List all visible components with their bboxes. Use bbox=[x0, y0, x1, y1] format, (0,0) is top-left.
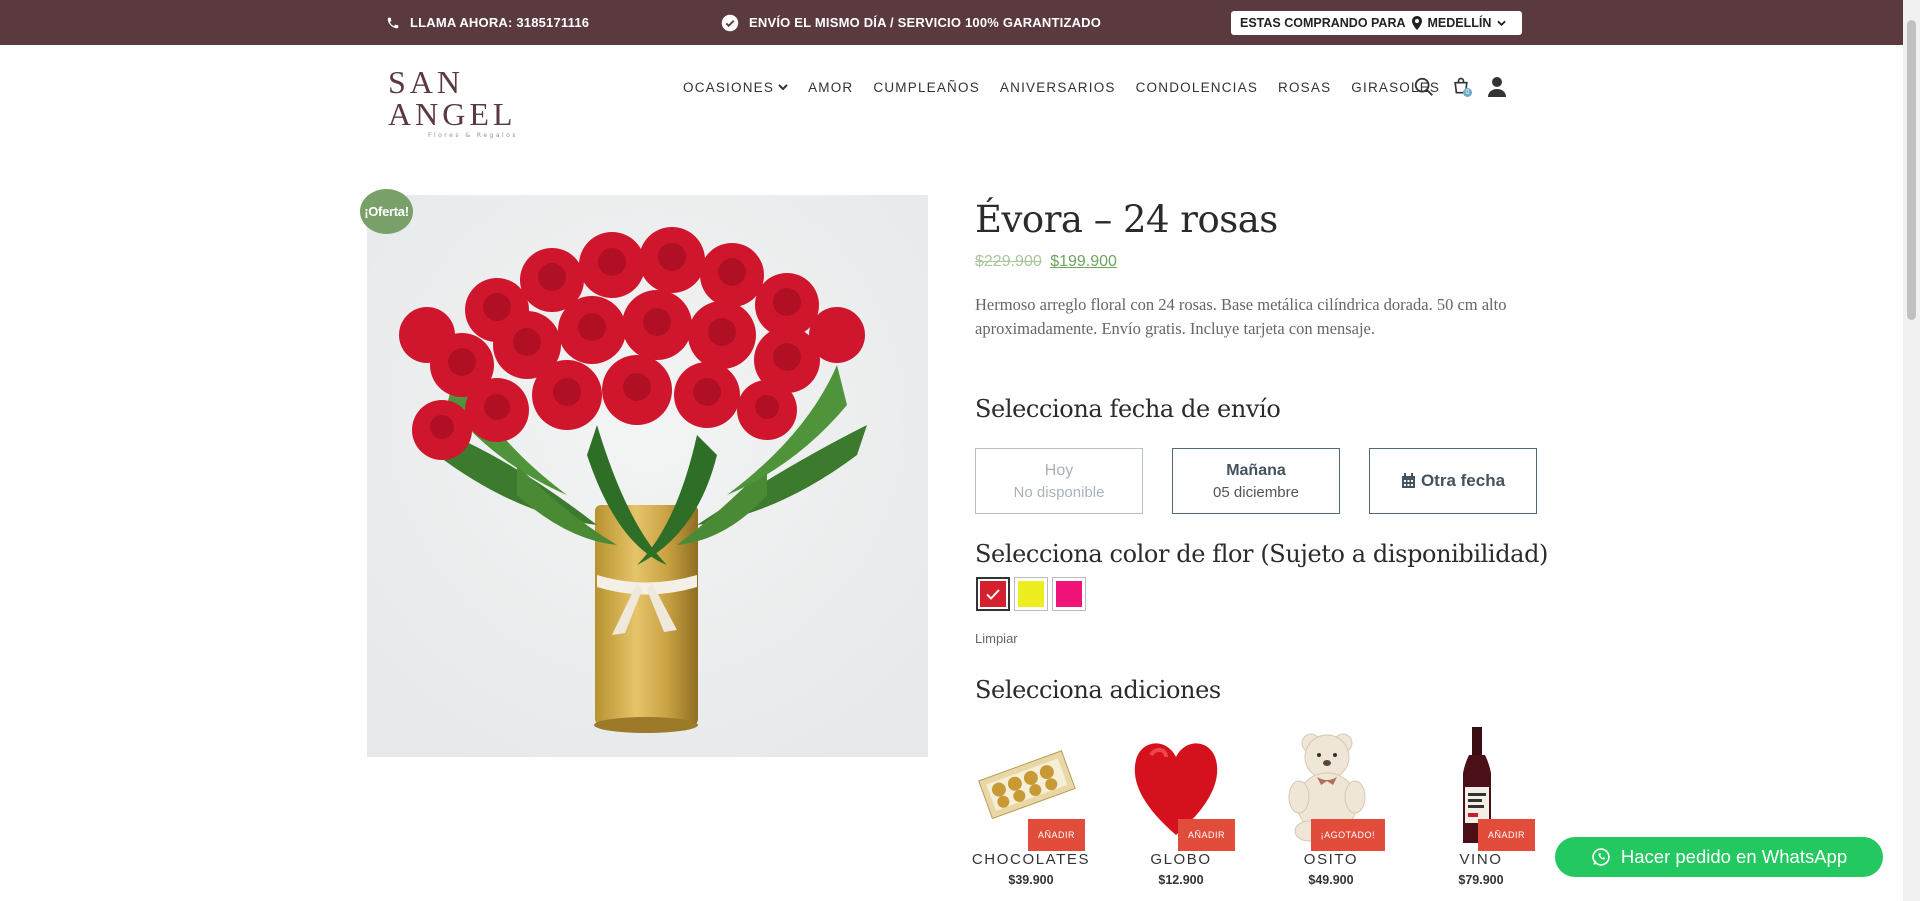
map-pin-icon bbox=[1411, 16, 1422, 30]
addon-card: AÑADIR VINO $79.900 bbox=[1421, 725, 1541, 887]
user-icon[interactable] bbox=[1487, 76, 1507, 98]
nav-label: ROSAS bbox=[1278, 80, 1332, 95]
addon-card: AÑADIR GLOBO $12.900 bbox=[1121, 725, 1241, 887]
top-bar: LLAMA AHORA: 3185171116 ENVÍO EL MISMO D… bbox=[0, 0, 1903, 45]
clear-color-link[interactable]: Limpiar bbox=[975, 631, 1018, 646]
cart-count: 0 bbox=[1463, 88, 1472, 97]
swatch-fill bbox=[1056, 581, 1082, 607]
addon-name: OSITO bbox=[1303, 851, 1359, 868]
out-of-stock-osito-button[interactable]: ¡AGOTADO! bbox=[1310, 819, 1385, 851]
nav-label: CONDOLENCIAS bbox=[1135, 80, 1259, 95]
sale-badge: ¡Oferta! bbox=[360, 189, 413, 234]
chevron-down-icon bbox=[1497, 20, 1507, 26]
price-new: $199.900 bbox=[1050, 253, 1117, 270]
addon-price: $39.900 bbox=[1008, 873, 1054, 887]
logo-subtitle: Flores & Regalos bbox=[428, 132, 518, 139]
date-option-tomorrow[interactable]: Mañana 05 diciembre bbox=[1172, 448, 1340, 514]
swatch-fill bbox=[980, 581, 1006, 607]
whatsapp-order-button[interactable]: Hacer pedido en WhatsApp bbox=[1555, 837, 1883, 877]
color-swatch-red[interactable] bbox=[976, 577, 1010, 611]
whatsapp-label: Hacer pedido en WhatsApp bbox=[1620, 846, 1848, 867]
date-option-other[interactable]: Otra fecha bbox=[1369, 448, 1537, 514]
check-circle-icon bbox=[721, 14, 739, 31]
price-old: $229.900 bbox=[975, 253, 1042, 270]
date-option-label: Mañana bbox=[1226, 461, 1286, 479]
addon-name: VINO bbox=[1459, 851, 1503, 868]
addon-price: $12.900 bbox=[1158, 873, 1204, 887]
shipping-info: ENVÍO EL MISMO DÍA / SERVICIO 100% GARAN… bbox=[721, 0, 1101, 45]
nav-label: ANIVERSARIOS bbox=[999, 80, 1116, 95]
nav-item-aniversarios[interactable]: ANIVERSARIOS bbox=[1000, 80, 1116, 95]
main-nav: OCASIONES AMOR CUMPLEAÑOS ANIVERSARIOS C… bbox=[683, 80, 1460, 95]
add-globo-button[interactable]: AÑADIR bbox=[1177, 819, 1235, 851]
vino-image[interactable]: AÑADIR bbox=[1421, 725, 1535, 851]
date-option-label: Hoy bbox=[1044, 461, 1074, 479]
phone-text: LLAMA AHORA: 3185171116 bbox=[410, 15, 590, 30]
roses-bouquet-image bbox=[367, 195, 928, 757]
product-image[interactable] bbox=[367, 195, 928, 757]
globo-image[interactable]: AÑADIR bbox=[1121, 725, 1235, 851]
nav-item-rosas[interactable]: ROSAS bbox=[1278, 80, 1331, 95]
nav-item-condolencias[interactable]: CONDOLENCIAS bbox=[1136, 80, 1258, 95]
addons-section-title: Selecciona adiciones bbox=[975, 676, 1221, 704]
nav-item-cumpleanos[interactable]: CUMPLEAÑOS bbox=[873, 80, 980, 95]
nav-label: OCASIONES bbox=[683, 80, 775, 95]
date-option-today[interactable]: Hoy No disponible bbox=[975, 448, 1143, 514]
date-option-row: Otra fecha bbox=[1401, 471, 1505, 491]
addon-price: $79.900 bbox=[1458, 873, 1504, 887]
chocolates-image[interactable]: AÑADIR bbox=[971, 725, 1085, 851]
product-description: Hermoso arreglo floral con 24 rosas. Bas… bbox=[975, 295, 1507, 338]
chevron-down-icon bbox=[778, 84, 788, 91]
addon-card: AÑADIR CHOCOLATES $39.900 bbox=[971, 725, 1091, 887]
city-selector[interactable]: ESTAS COMPRANDO PARA MEDELLÍN bbox=[1231, 11, 1522, 35]
check-icon bbox=[986, 588, 1000, 600]
cart-button[interactable]: 0 bbox=[1451, 76, 1475, 100]
page-scrollbar[interactable] bbox=[1903, 0, 1920, 901]
nav-item-amor[interactable]: AMOR bbox=[808, 80, 853, 95]
scrollbar-thumb[interactable] bbox=[1907, 20, 1916, 320]
product-prices: $229.900 $199.900 bbox=[975, 253, 1117, 271]
logo-text: SAN ANGEL bbox=[388, 64, 517, 132]
date-option-label: Otra fecha bbox=[1420, 471, 1506, 490]
addon-card: ¡AGOTADO! OSITO $49.900 bbox=[1271, 725, 1391, 887]
color-swatch-yellow[interactable] bbox=[1014, 577, 1048, 611]
date-option-status: No disponible bbox=[1013, 483, 1105, 501]
addon-name: GLOBO bbox=[1150, 851, 1212, 868]
nav-label: AMOR bbox=[808, 80, 854, 95]
color-swatch-pink[interactable] bbox=[1052, 577, 1086, 611]
date-option-date: 05 diciembre bbox=[1213, 483, 1299, 501]
delivery-section-title: Selecciona fecha de envío bbox=[975, 395, 1281, 423]
whatsapp-icon bbox=[1592, 848, 1610, 866]
site-logo[interactable]: SAN ANGEL Flores & Regalos bbox=[388, 66, 558, 139]
product-title: Évora – 24 rosas bbox=[975, 198, 1278, 241]
swatch-fill bbox=[1018, 581, 1044, 607]
search-icon[interactable] bbox=[1413, 76, 1435, 98]
nav-item-ocasiones[interactable]: OCASIONES bbox=[683, 80, 788, 95]
city-value: MEDELLÍN bbox=[1427, 16, 1492, 30]
buying-for-label: ESTAS COMPRANDO PARA bbox=[1240, 16, 1406, 30]
addon-name: CHOCOLATES bbox=[971, 851, 1091, 868]
nav-label: CUMPLEAÑOS bbox=[873, 80, 980, 95]
calendar-icon bbox=[1401, 473, 1415, 488]
phone-info[interactable]: LLAMA AHORA: 3185171116 bbox=[386, 0, 589, 45]
addon-price: $49.900 bbox=[1308, 873, 1354, 887]
add-vino-button[interactable]: AÑADIR bbox=[1477, 819, 1535, 851]
shipping-text: ENVÍO EL MISMO DÍA / SERVICIO 100% GARAN… bbox=[749, 15, 1102, 30]
phone-icon bbox=[387, 17, 399, 28]
color-section-title: Selecciona color de flor (Sujeto a dispo… bbox=[975, 540, 1549, 568]
add-chocolates-button[interactable]: AÑADIR bbox=[1027, 819, 1085, 851]
osito-image[interactable]: ¡AGOTADO! bbox=[1271, 725, 1385, 851]
